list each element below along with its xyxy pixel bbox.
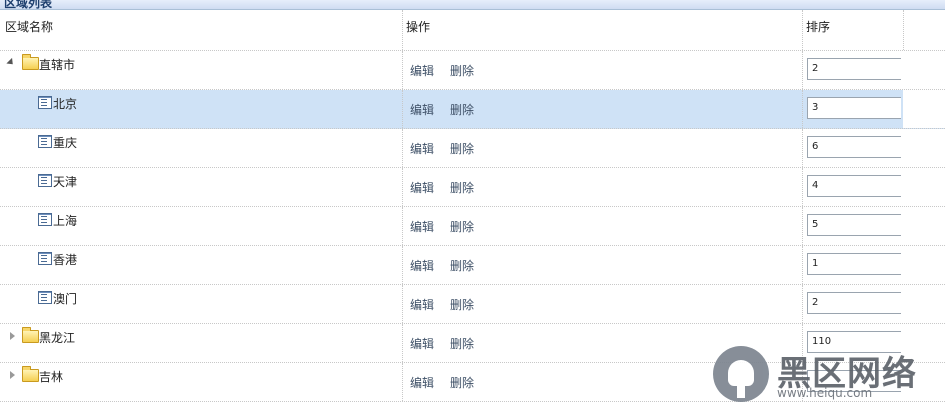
cell-spacer (903, 285, 945, 323)
column-header-ops[interactable]: 操作 (406, 18, 430, 35)
node-item-icon (38, 252, 52, 265)
watermark: 黑区网络 www.heiqu.com (705, 340, 945, 409)
cell-sort: 3 (802, 90, 903, 128)
delete-link[interactable]: 删除 (450, 374, 474, 391)
edit-link[interactable]: 编辑 (410, 374, 434, 391)
sort-input[interactable]: 2 (807, 292, 901, 314)
edit-link[interactable]: 编辑 (410, 296, 434, 313)
cell-spacer (903, 168, 945, 206)
cell-ops: 编辑 删除 (402, 168, 802, 206)
table-row[interactable]: 重庆 编辑 删除 6 (0, 129, 945, 168)
cell-spacer (903, 90, 945, 128)
grid-header: 区域名称 操作 排序 (0, 10, 945, 51)
sort-input[interactable]: 2 (807, 58, 901, 80)
cell-spacer (903, 207, 945, 245)
cell-spacer (903, 246, 945, 284)
cell-sort: 6 (802, 129, 903, 167)
region-name[interactable]: 北京 (53, 95, 77, 112)
cell-name: 黑龙江 (0, 324, 402, 362)
watermark-url: www.heiqu.com (777, 386, 873, 400)
node-item-icon (38, 174, 52, 187)
cell-name: 上海 (0, 207, 402, 245)
region-name[interactable]: 黑龙江 (39, 329, 75, 346)
delete-link[interactable]: 删除 (450, 296, 474, 313)
delete-link[interactable]: 删除 (450, 101, 474, 118)
edit-link[interactable]: 编辑 (410, 101, 434, 118)
edit-link[interactable]: 编辑 (410, 140, 434, 157)
cell-name: 北京 (0, 90, 402, 128)
cell-sort: 2 (802, 285, 903, 323)
cell-sort: 1 (802, 246, 903, 284)
cell-spacer (903, 51, 945, 89)
table-row[interactable]: 天津 编辑 删除 4 (0, 168, 945, 207)
sort-input[interactable]: 4 (807, 175, 901, 197)
node-item-icon (38, 96, 52, 109)
column-header-sort[interactable]: 排序 (806, 18, 830, 35)
table-row[interactable]: 直辖市 编辑 删除 2 (0, 51, 945, 90)
sort-input[interactable]: 5 (807, 214, 901, 236)
region-name[interactable]: 上海 (53, 212, 77, 229)
cell-name: 直辖市 (0, 51, 402, 89)
column-header-name[interactable]: 区域名称 (5, 18, 53, 35)
cell-ops: 编辑 删除 (402, 129, 802, 167)
cell-ops: 编辑 删除 (402, 207, 802, 245)
region-name[interactable]: 直辖市 (39, 56, 75, 73)
tree-expand-icon[interactable] (10, 371, 15, 379)
node-item-icon (38, 291, 52, 304)
folder-icon (22, 327, 39, 343)
edit-link[interactable]: 编辑 (410, 335, 434, 352)
panel-title-bar: 区域列表 (0, 0, 945, 10)
cell-name: 香港 (0, 246, 402, 284)
cell-spacer (903, 129, 945, 167)
table-row[interactable]: 上海 编辑 删除 5 (0, 207, 945, 246)
delete-link[interactable]: 删除 (450, 257, 474, 274)
edit-link[interactable]: 编辑 (410, 179, 434, 196)
cell-sort: 2 (802, 51, 903, 89)
tree-collapse-icon[interactable] (6, 57, 16, 68)
table-row[interactable]: 香港 编辑 删除 1 (0, 246, 945, 285)
region-name[interactable]: 重庆 (53, 134, 77, 151)
edit-link[interactable]: 编辑 (410, 218, 434, 235)
delete-link[interactable]: 删除 (450, 62, 474, 79)
region-name[interactable]: 澳门 (53, 290, 77, 307)
mushroom-logo-icon (713, 346, 769, 402)
folder-icon (22, 54, 39, 70)
delete-link[interactable]: 删除 (450, 140, 474, 157)
sort-input[interactable]: 3 (807, 97, 901, 119)
cell-name: 澳门 (0, 285, 402, 323)
folder-icon (22, 366, 39, 382)
node-item-icon (38, 213, 52, 226)
delete-link[interactable]: 删除 (450, 335, 474, 352)
cell-ops: 编辑 删除 (402, 90, 802, 128)
region-name[interactable]: 天津 (53, 173, 77, 190)
cell-name: 天津 (0, 168, 402, 206)
cell-name: 吉林 (0, 363, 402, 401)
tree-expand-icon[interactable] (10, 332, 15, 340)
table-row[interactable]: 北京 编辑 删除 3 (0, 90, 945, 129)
cell-sort: 5 (802, 207, 903, 245)
node-item-icon (38, 135, 52, 148)
cell-ops: 编辑 删除 (402, 246, 802, 284)
delete-link[interactable]: 删除 (450, 179, 474, 196)
cell-name: 重庆 (0, 129, 402, 167)
delete-link[interactable]: 删除 (450, 218, 474, 235)
sort-input[interactable]: 6 (807, 136, 901, 158)
cell-sort: 4 (802, 168, 903, 206)
region-name[interactable]: 香港 (53, 251, 77, 268)
cell-ops: 编辑 删除 (402, 285, 802, 323)
sort-input[interactable]: 1 (807, 253, 901, 275)
cell-ops: 编辑 删除 (402, 51, 802, 89)
region-name[interactable]: 吉林 (39, 368, 63, 385)
edit-link[interactable]: 编辑 (410, 62, 434, 79)
edit-link[interactable]: 编辑 (410, 257, 434, 274)
panel-title: 区域列表 (4, 0, 53, 10)
table-row[interactable]: 澳门 编辑 删除 2 (0, 285, 945, 324)
